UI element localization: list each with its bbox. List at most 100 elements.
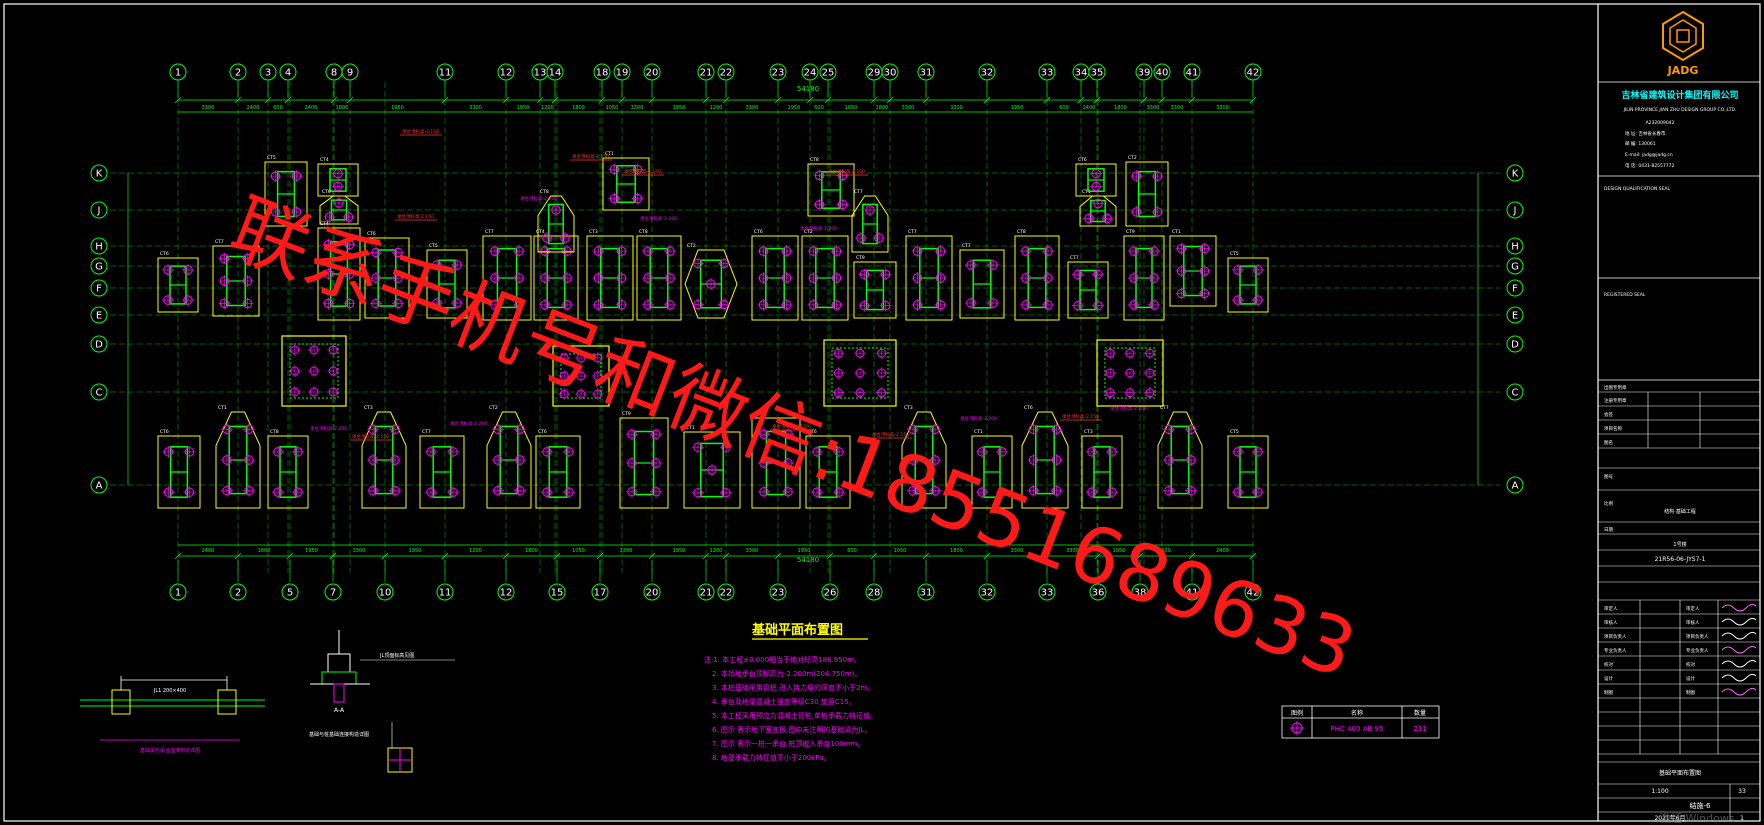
svg-text:H: H [1511, 242, 1519, 253]
svg-text:32: 32 [981, 588, 994, 599]
dim-value: 3300 [1171, 105, 1184, 111]
svg-text:22: 22 [720, 68, 733, 79]
svg-text:电 话: 0431-82557772: 电 话: 0431-82557772 [1625, 162, 1674, 169]
axis-bubble-bottom: 32 [978, 583, 996, 601]
svg-text:H: H [95, 242, 103, 253]
svg-text:CT2: CT2 [687, 243, 696, 249]
axis-bubble-left: E [90, 306, 108, 324]
dim-value: 1200 [710, 105, 723, 111]
svg-text:CT1: CT1 [1172, 229, 1181, 235]
axis-bubble-right: K [1506, 164, 1524, 182]
elevation-callout: 承台顶标高-2.150 [1060, 413, 1102, 421]
svg-text:CT7: CT7 [1070, 255, 1079, 261]
tb-sheet: 结施-6 [1690, 801, 1712, 810]
note-3: 3. 本桩基础采用管桩,进入持力层的深度不小于2m。 [712, 683, 874, 692]
svg-text:A: A [96, 481, 103, 492]
dim-value: 3300 [353, 548, 366, 554]
tb-signer-label: 制图 [1604, 689, 1613, 696]
dim-value: 1950 [673, 105, 686, 111]
axis-bubble-right: C [1506, 383, 1524, 401]
svg-text:JL1 200×400: JL1 200×400 [153, 688, 186, 694]
axis-bubble-top: 9 [341, 63, 359, 81]
tb-signer-label: 设计 [1604, 675, 1613, 682]
svg-text:24: 24 [804, 68, 817, 79]
svg-text:17: 17 [594, 588, 607, 599]
axis-bubble-top: 14 [546, 63, 564, 81]
dim-value: 1200 [710, 548, 723, 554]
axis-bubble-top: 13 [531, 63, 549, 81]
axis-bubble-bottom: 5 [281, 583, 299, 601]
svg-text:J: J [1513, 206, 1517, 217]
svg-text:12: 12 [500, 68, 513, 79]
axis-bubble-top: 23 [769, 63, 787, 81]
svg-text:CT7: CT7 [485, 229, 494, 235]
foundation-drawing: 1 2 3 4 8 9 11 12 13 14 18 19 20 21 22 23 24 25 29 30 31 32 33… [0, 0, 1764, 825]
dim-value: 1950 [673, 548, 686, 554]
svg-text:CT6: CT6 [160, 429, 169, 435]
svg-text:G: G [95, 262, 103, 273]
drawing-title: 基础平面布置图 [751, 622, 843, 638]
svg-text:33: 33 [1041, 588, 1054, 599]
dim-value: 1950 [1011, 105, 1024, 111]
svg-text:F: F [1512, 284, 1518, 295]
axis-bubble-bottom: 7 [324, 583, 342, 601]
legend-header-symbol: 图例 [1291, 709, 1303, 717]
note-5: 5. 本工程采用预应力混凝土管桩,单桩承载力特征值。 [712, 711, 877, 720]
svg-text:4: 4 [285, 68, 291, 79]
tb-signer-role: 专业负责人 [1686, 647, 1709, 654]
axis-bubble-right: H [1506, 237, 1524, 255]
tb-total: 33 [1738, 788, 1746, 795]
svg-text:8: 8 [331, 68, 337, 79]
tb-signer-role: 项目负责人 [1686, 633, 1709, 640]
axis-bubble-top: 22 [717, 63, 735, 81]
svg-text:40: 40 [1156, 68, 1169, 79]
axis-bubble-bottom: 28 [865, 583, 883, 601]
svg-text:承台顶标高-2.150: 承台顶标高-2.150 [402, 128, 439, 135]
dim-value: 1800 [258, 548, 271, 554]
svg-text:21: 21 [700, 588, 713, 599]
svg-text:20: 20 [646, 588, 659, 599]
overall-dim-bottom: 54180 [797, 556, 819, 564]
tb-signer-label: 专业负责人 [1604, 647, 1627, 654]
tb-section-label: 出图专用章 [1604, 384, 1627, 391]
svg-text:CT9: CT9 [1126, 229, 1135, 235]
svg-text:32: 32 [981, 68, 994, 79]
svg-text:E-mail: jadg@jadg.cn: E-mail: jadg@jadg.cn [1625, 152, 1673, 158]
section-caption: 基础与桩基础连接构造详图 [309, 731, 369, 738]
axis-bubble-top: 42 [1244, 63, 1262, 81]
dim-value: 1950 [517, 105, 530, 111]
axis-bubble-top: 31 [917, 63, 935, 81]
qualification-seal: DESIGN QUALIFICATION SEAL [1604, 186, 1671, 192]
svg-text:25: 25 [822, 68, 835, 79]
note-2: 2. 本场地承台顶标高为-2.200m(204.750m)。 [712, 669, 862, 678]
dim-value: 2400 [1216, 548, 1229, 554]
windows-activation-text: 激活 Windows [1660, 811, 1735, 825]
svg-text:CT3: CT3 [364, 405, 373, 411]
svg-text:CT1: CT1 [1082, 189, 1091, 195]
tb-section-label: 会签 [1604, 411, 1613, 418]
tb-signer-role: 审核人 [1686, 619, 1700, 626]
svg-text:28: 28 [868, 588, 881, 599]
svg-text:承台顶标高-2.150: 承台顶标高-2.150 [572, 153, 609, 160]
svg-text:41: 41 [1186, 68, 1199, 79]
dim-value: 1800 [572, 105, 585, 111]
note-1: 注:1. 本工程±0.000相当于绝对标高186.950m。 [704, 655, 861, 664]
svg-text:23: 23 [772, 588, 785, 599]
svg-text:34: 34 [1075, 68, 1088, 79]
tb-section-label: 日期 [1604, 527, 1613, 533]
dim-value: 1050 [894, 548, 907, 554]
axis-bubble-top: 8 [325, 63, 343, 81]
elevation-callout: 承台顶标高-2.150 [570, 153, 612, 161]
axis-bubble-right: A [1506, 476, 1524, 494]
axis-bubble-top: 2 [229, 63, 247, 81]
dim-value: 600 [1059, 105, 1069, 111]
overall-dim-top: 54180 [797, 85, 819, 93]
axis-bubble-bottom: 12 [497, 583, 515, 601]
svg-text:CT1: CT1 [218, 405, 227, 411]
svg-text:CT8: CT8 [639, 229, 648, 235]
svg-text:30: 30 [884, 68, 897, 79]
svg-text:CT9: CT9 [856, 255, 865, 261]
dim-value: 1950 [788, 105, 801, 111]
svg-text:CT2: CT2 [1128, 155, 1137, 161]
svg-text:7: 7 [330, 588, 336, 599]
